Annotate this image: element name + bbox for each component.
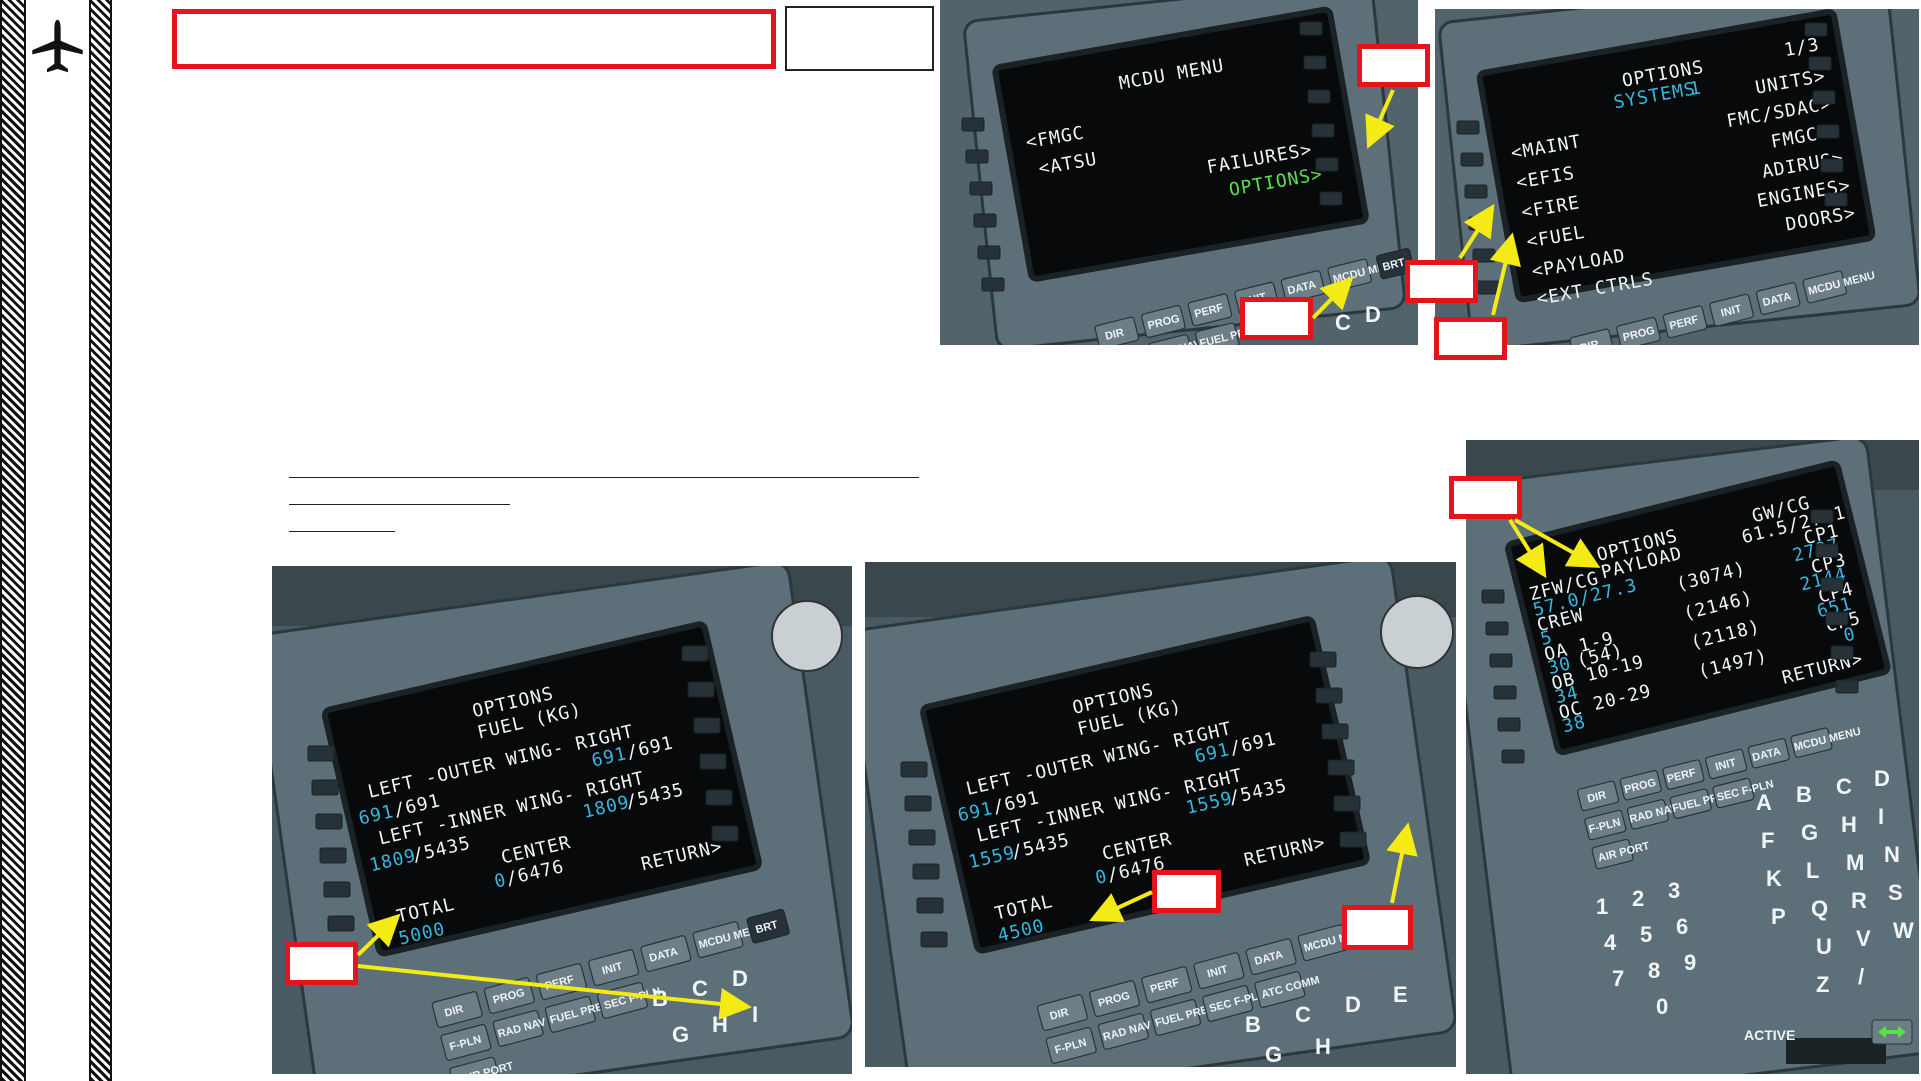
left-hatched-border bbox=[0, 0, 26, 1081]
svg-text:A: A bbox=[1756, 790, 1772, 815]
svg-text:W: W bbox=[1893, 918, 1914, 943]
mcdu-photo-payload: OPTIONS PAYLOAD GW/CG 61.5/27.1 ZFW/CG 5… bbox=[1466, 440, 1919, 1074]
svg-text:E: E bbox=[1393, 982, 1408, 1007]
svg-text:2: 2 bbox=[1632, 886, 1644, 911]
callout-payload-lsk bbox=[1434, 317, 1507, 360]
svg-text:G: G bbox=[672, 1022, 689, 1047]
svg-text:L: L bbox=[1806, 858, 1819, 883]
svg-text:9: 9 bbox=[1684, 950, 1696, 975]
svg-text:P: P bbox=[1771, 904, 1786, 929]
svg-text:7: 7 bbox=[1612, 966, 1624, 991]
mcdu-photo-options-systems: OPTIONS 1/3 SYSTEMS 1 <MAINT <EFIS <FIRE… bbox=[1435, 9, 1919, 345]
svg-text:B: B bbox=[652, 986, 668, 1011]
svg-text:C: C bbox=[1335, 310, 1351, 335]
text-underline-1 bbox=[289, 477, 919, 478]
svg-text:H: H bbox=[1841, 812, 1857, 837]
callout-zfw-cg bbox=[1449, 476, 1522, 519]
active-label: ACTIVE bbox=[1744, 1027, 1795, 1043]
svg-text:C: C bbox=[692, 976, 708, 1001]
svg-text:Z: Z bbox=[1816, 972, 1829, 997]
svg-text:H: H bbox=[1315, 1034, 1331, 1059]
svg-text:N: N bbox=[1884, 842, 1900, 867]
svg-text:6: 6 bbox=[1676, 914, 1688, 939]
svg-text:S: S bbox=[1888, 880, 1903, 905]
svg-text:G: G bbox=[1265, 1042, 1282, 1067]
svg-text:1: 1 bbox=[1596, 894, 1608, 919]
airplane-icon bbox=[32, 19, 83, 73]
mcdu-photo-fuel-modified: OPTIONS FUEL (KG) LEFT -OUTER WING- RIGH… bbox=[865, 562, 1456, 1067]
svg-text:D: D bbox=[1345, 992, 1361, 1017]
svg-text:D: D bbox=[1365, 302, 1381, 327]
svg-text:V: V bbox=[1856, 926, 1871, 951]
svg-text:G: G bbox=[1801, 820, 1818, 845]
svg-text:M: M bbox=[1846, 850, 1864, 875]
mcdu-photo-fuel-initial: OPTIONS FUEL (KG) LEFT -OUTER WING- RIGH… bbox=[272, 566, 852, 1074]
callout-failures-lsk bbox=[1357, 44, 1430, 87]
svg-text:4: 4 bbox=[1604, 930, 1617, 955]
svg-text:/: / bbox=[1858, 964, 1864, 989]
active-display bbox=[1786, 1038, 1886, 1064]
svg-text:H: H bbox=[712, 1012, 728, 1037]
callout-total-field bbox=[1152, 870, 1221, 913]
callout-fuel-lsk6 bbox=[285, 942, 358, 985]
footer-text-strip bbox=[340, 1075, 1540, 1081]
svg-text:I: I bbox=[752, 1002, 758, 1027]
svg-text:0: 0 bbox=[1656, 994, 1668, 1019]
svg-text:R: R bbox=[1851, 888, 1867, 913]
svg-text:F: F bbox=[1761, 828, 1774, 853]
right-hatched-border bbox=[89, 0, 112, 1081]
svg-text:3: 3 bbox=[1668, 878, 1680, 903]
callout-return-lsk bbox=[1342, 905, 1413, 950]
svg-text:Q: Q bbox=[1811, 896, 1828, 921]
svg-text:D: D bbox=[1874, 766, 1890, 791]
svg-text:C: C bbox=[1295, 1002, 1311, 1027]
page-number-box bbox=[785, 6, 934, 71]
svg-text:B: B bbox=[1796, 782, 1812, 807]
svg-text:8: 8 bbox=[1648, 958, 1660, 983]
mcdu-photo-menu: MCDU MENU <FMGC <ATSU FAILURES> OPTIONS>… bbox=[940, 0, 1418, 345]
svg-text:B: B bbox=[1245, 1012, 1261, 1037]
text-underline-2 bbox=[289, 504, 510, 505]
svg-text:U: U bbox=[1816, 934, 1832, 959]
svg-text:D: D bbox=[732, 966, 748, 991]
svg-text:K: K bbox=[1766, 866, 1782, 891]
svg-text:5: 5 bbox=[1640, 922, 1652, 947]
section-title-box bbox=[172, 9, 776, 69]
svg-text:C: C bbox=[1836, 774, 1852, 799]
svg-text:I: I bbox=[1878, 804, 1884, 829]
text-underline-3 bbox=[289, 531, 395, 532]
callout-fuel-lsk bbox=[1405, 260, 1478, 303]
callout-mcdu-menu-key bbox=[1240, 297, 1313, 340]
